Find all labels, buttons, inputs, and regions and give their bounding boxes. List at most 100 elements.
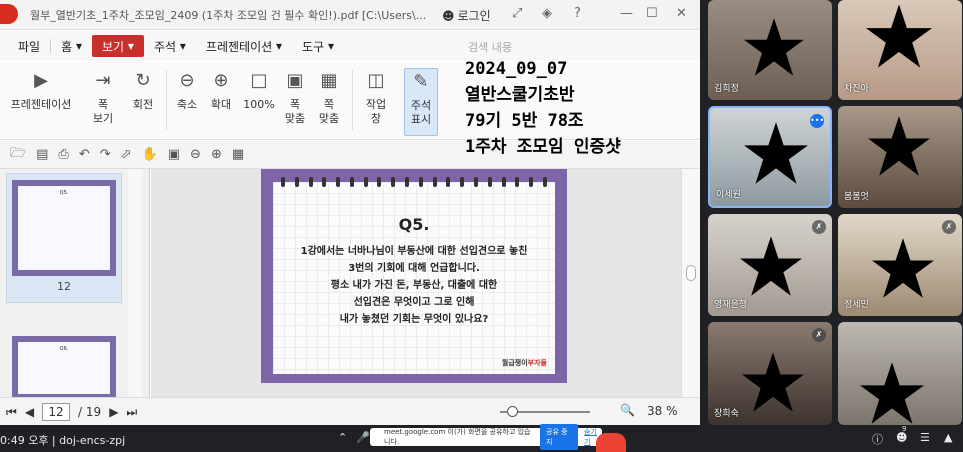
undo-icon[interactable]: ↶ (79, 147, 90, 162)
save-icon[interactable]: ▤ (36, 147, 48, 162)
ring (308, 177, 313, 187)
ring (501, 177, 506, 187)
menu-home-label: 홈 (61, 39, 73, 54)
width-view-button[interactable]: ⇥ 폭 보기 (86, 68, 120, 126)
participant-name: 정세민 (844, 300, 869, 310)
privacy-star-icon (744, 18, 804, 76)
participant-tile[interactable]: ✗ 정세민 (838, 214, 962, 316)
brand-logo: 월급쟁이부자들 (502, 358, 547, 368)
ring (363, 177, 368, 187)
participant-tile[interactable] (838, 322, 962, 425)
ring (336, 177, 341, 187)
ring (446, 177, 451, 187)
participant-tile[interactable]: 차진아 (838, 0, 962, 100)
participant-name: 이세원 (716, 190, 741, 200)
participant-tile[interactable]: ✗ 장희숙 (708, 322, 832, 425)
thumbnail-scrollbar[interactable] (128, 169, 142, 397)
participant-name: 봄봄엇 (844, 192, 869, 202)
show-annotations-button[interactable]: ✎ 주석 표시 (404, 68, 438, 136)
task-pane-button[interactable]: ◫ 작업 창 (360, 68, 392, 126)
page-navigator: ⏮ ◀ 12 / 19 ▶ ⏭ (6, 403, 137, 421)
snapshot-icon[interactable]: ▣ (168, 147, 180, 162)
login-button[interactable]: ☻ 로그인 (442, 7, 491, 24)
app-logo-icon (0, 4, 18, 24)
zoom-percentage: 38 % (647, 404, 678, 418)
zoom-in-button[interactable]: ⊕ 확대 (206, 68, 236, 112)
next-page-icon[interactable]: ▶ (109, 405, 118, 419)
select-tool-icon[interactable]: ⬀ (121, 147, 132, 162)
menu-annotate[interactable]: 주석 ▾ (144, 35, 196, 57)
privacy-star-icon (744, 122, 808, 184)
menu-presentation[interactable]: 프레젠테이션 ▾ (196, 35, 292, 57)
search-field[interactable]: 검색 내용 (460, 35, 635, 57)
scrollbar-thumb[interactable] (686, 265, 696, 281)
mic-off-icon: ✗ (812, 328, 826, 342)
status-bar: ⏮ ◀ 12 / 19 ▶ ⏭ 🔍 38 % (0, 397, 700, 425)
prev-page-icon[interactable]: ◀ (25, 405, 34, 419)
mic-off-icon: ✗ (812, 220, 826, 234)
meeting-time-and-code: 0:49 오후 | doj-encs-zpj (0, 434, 126, 447)
activities-icon[interactable]: ▲ (944, 431, 952, 444)
certification-annotation: 2024_09_07 열반스쿨기초반 79기 5반 78조 1주차 조모임 인증샷 (465, 56, 700, 160)
end-call-button[interactable] (596, 433, 626, 452)
width-view-label: 폭 보기 (92, 98, 114, 125)
participant-tile[interactable]: ✗ 영재윤행 (708, 214, 832, 316)
print-icon[interactable]: ⎙ (58, 147, 68, 162)
maximize-icon[interactable]: ☐ (646, 6, 658, 21)
menu-home[interactable]: 홈 ▾ (51, 35, 92, 57)
fullscreen-icon[interactable]: ⤢ (512, 6, 522, 21)
chevron-down-icon: ▾ (75, 39, 82, 53)
document-scrollbar[interactable] (681, 169, 700, 397)
menu-view[interactable]: 보기 ▾ (92, 35, 144, 57)
fit-width-button[interactable]: ▣ 폭 맞춤 (280, 68, 310, 126)
rotate-button[interactable]: ↻ 회전 (126, 68, 160, 112)
open-folder-icon[interactable]: 🗁 (10, 144, 26, 166)
thumbnail-page-13[interactable]: Q6. (6, 329, 122, 400)
zoom-out-button[interactable]: ⊖ 축소 (172, 68, 202, 112)
participant-tile[interactable]: 봄봄엇 (838, 106, 962, 208)
stop-sharing-button[interactable]: 공유 중지 (540, 424, 579, 450)
pin-icon[interactable]: ◈ (542, 6, 552, 21)
fit-width-icon: ▣ (286, 70, 304, 91)
presentation-button[interactable]: ▶ 프레젠테이션 (6, 68, 76, 112)
rotate-icon: ↻ (135, 70, 151, 91)
participant-count-badge: 9 (902, 425, 907, 433)
grid-view-icon[interactable]: ▦ (232, 147, 244, 162)
first-page-icon[interactable]: ⏮ (6, 405, 17, 420)
binder-rings (281, 177, 547, 187)
hand-tool-icon[interactable]: ✋ (142, 147, 158, 162)
last-page-icon[interactable]: ⏭ (126, 405, 137, 420)
magnifier-icon[interactable]: 🔍 (620, 403, 635, 417)
ring (281, 177, 285, 187)
page-number-input[interactable]: 12 (42, 403, 71, 421)
redo-icon[interactable]: ↷ (100, 147, 111, 162)
thumbnail-page-12[interactable]: Q5. 12 (6, 173, 122, 303)
zoom-in-small-icon[interactable]: ⊕ (211, 147, 222, 162)
participant-name: 장희숙 (714, 409, 739, 419)
participant-name: 영재윤행 (714, 300, 748, 310)
privacy-star-icon (872, 238, 934, 298)
zoom-out-icon: ⊖ (179, 70, 195, 91)
zoom-out-small-icon[interactable]: ⊖ (190, 147, 201, 162)
window-title: 월부_열반기초_1주차_조모임_2409 (1주차 조모임 건 필수 확인!).… (30, 8, 427, 22)
participant-tile[interactable]: 김희정 (708, 0, 832, 100)
menu-annotate-label: 주석 (153, 39, 177, 54)
close-icon[interactable]: ✕ (676, 6, 687, 21)
menu-file[interactable]: 파일 (8, 35, 50, 57)
participant-tile-active-speaker[interactable]: ••• 이세원 (708, 106, 832, 208)
mic-icon[interactable]: 🎤 (356, 431, 370, 444)
chevron-up-icon[interactable]: ⌃ (338, 431, 347, 444)
actual-size-button[interactable]: □ 100% (242, 68, 276, 112)
chat-icon[interactable]: ☰ (920, 431, 930, 444)
minimize-icon[interactable]: — (620, 6, 633, 21)
zoom-slider-handle[interactable] (507, 406, 518, 417)
fit-page-button[interactable]: ▦ 쪽 맞춤 (314, 68, 344, 126)
task-pane-label: 작업 창 (365, 98, 387, 125)
chevron-down-icon: ▾ (275, 39, 283, 53)
menu-tools[interactable]: 도구 ▾ (292, 35, 344, 57)
ring (418, 177, 423, 187)
info-icon[interactable]: ⓘ (872, 431, 883, 447)
mic-off-icon: ✗ (942, 220, 956, 234)
help-icon[interactable]: ? (574, 6, 581, 21)
participant-name: 김희정 (714, 84, 739, 94)
